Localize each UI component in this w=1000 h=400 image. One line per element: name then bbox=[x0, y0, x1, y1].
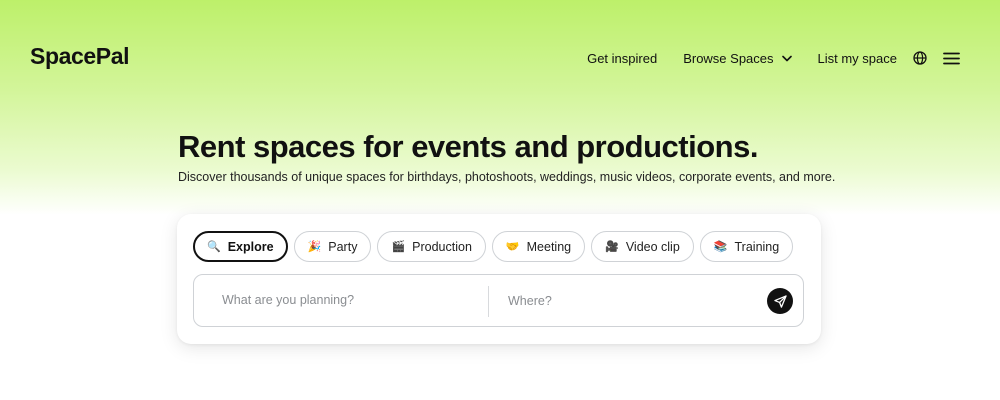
tab-meeting[interactable]: 🤝 Meeting bbox=[491, 231, 586, 262]
search-divider bbox=[488, 286, 489, 317]
search-icon: 🔍 bbox=[207, 241, 221, 253]
logo[interactable]: SpacePal bbox=[30, 43, 129, 70]
search-bar bbox=[193, 274, 804, 327]
handshake-icon: 🤝 bbox=[505, 241, 520, 253]
send-arrow-icon bbox=[773, 294, 787, 308]
party-popper-icon: 🎉 bbox=[307, 241, 322, 253]
hero: Rent spaces for events and productions. … bbox=[178, 128, 835, 184]
nav-get-inspired[interactable]: Get inspired bbox=[587, 51, 657, 66]
nav-browse-spaces[interactable]: Browse Spaces bbox=[683, 50, 792, 66]
chevron-down-icon bbox=[781, 55, 792, 62]
video-camera-icon: 🎥 bbox=[605, 241, 619, 253]
hero-subtitle: Discover thousands of unique spaces for … bbox=[178, 170, 836, 184]
tab-party[interactable]: 🎉 Party bbox=[293, 231, 372, 262]
category-tabs: 🔍 Explore 🎉 Party 🎬 Production 🤝 Meeting… bbox=[193, 231, 799, 262]
nav-browse-spaces-label: Browse Spaces bbox=[683, 50, 774, 66]
location-input[interactable] bbox=[508, 294, 748, 308]
tab-label: Party bbox=[328, 239, 358, 254]
tab-training[interactable]: 📚 Training bbox=[699, 231, 794, 262]
books-icon: 📚 bbox=[713, 241, 728, 253]
tab-label: Explore bbox=[227, 239, 274, 254]
tab-production[interactable]: 🎬 Production bbox=[377, 231, 486, 262]
globe-icon[interactable] bbox=[913, 51, 927, 65]
main-nav: Get inspired Browse Spaces List my space bbox=[587, 48, 960, 68]
tab-label: Training bbox=[734, 239, 780, 254]
hamburger-menu-icon[interactable] bbox=[943, 52, 960, 65]
tab-video-clip[interactable]: 🎥 Video clip bbox=[591, 231, 694, 262]
search-card: 🔍 Explore 🎉 Party 🎬 Production 🤝 Meeting… bbox=[177, 214, 821, 344]
tab-label: Production bbox=[412, 239, 472, 254]
hero-title: Rent spaces for events and productions. bbox=[178, 129, 758, 164]
activity-input[interactable] bbox=[222, 293, 472, 307]
site-header: SpacePal Get inspired Browse Spaces List… bbox=[0, 0, 1000, 116]
search-submit-button[interactable] bbox=[767, 288, 793, 314]
clapperboard-icon: 🎬 bbox=[391, 241, 406, 253]
tab-explore[interactable]: 🔍 Explore bbox=[193, 231, 288, 262]
nav-list-my-space[interactable]: List my space bbox=[818, 51, 897, 66]
tab-label: Meeting bbox=[526, 239, 572, 254]
tab-label: Video clip bbox=[625, 239, 680, 254]
